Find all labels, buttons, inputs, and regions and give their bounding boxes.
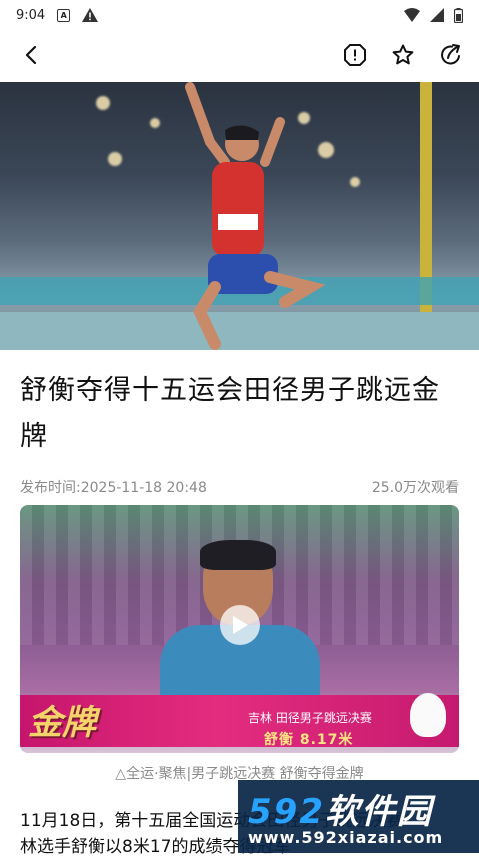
status-time: 9:04 <box>16 7 46 23</box>
wifi-icon <box>404 8 420 22</box>
watermark-brand-text: 软件园 <box>324 792 433 832</box>
a-notification-icon: A <box>57 8 71 22</box>
share-icon <box>441 44 460 65</box>
publish-time: 发布时间:2025-11-18 20:48 <box>20 480 207 496</box>
battery-icon <box>454 7 463 23</box>
star-icon <box>392 44 414 65</box>
report-icon <box>344 44 366 66</box>
athlete-figure <box>185 82 326 350</box>
signal-icon <box>430 8 444 22</box>
app-bar <box>0 30 479 80</box>
watermark-brand: 592软件园 <box>248 784 433 833</box>
hero-image[interactable] <box>0 82 479 350</box>
athlete-hair <box>200 540 276 570</box>
mascot-figure <box>410 693 446 737</box>
event-overlay-text: 吉林 田径男子跳远决赛 <box>248 711 372 725</box>
result-overlay-text: 舒衡 8.17米 <box>264 732 354 748</box>
video-player[interactable]: 金牌 吉林 田径男子跳远决赛 舒衡 8.17米 <box>20 505 459 753</box>
favorite-button[interactable] <box>387 39 419 71</box>
article-title: 舒衡夺得十五运会田径男子跳远金牌 <box>20 375 440 452</box>
watermark: 592软件园 www.592xiazai.com <box>238 780 479 853</box>
status-bar: 9:04 A <box>0 0 479 30</box>
article-meta: 发布时间:2025-11-18 20:48 25.0万次观看 <box>20 477 459 497</box>
play-button[interactable] <box>220 605 260 645</box>
report-button[interactable] <box>339 39 371 71</box>
back-button[interactable] <box>16 39 48 71</box>
warning-icon <box>82 8 99 22</box>
watermark-url: www.592xiazai.com <box>248 828 444 847</box>
view-count: 25.0万次观看 <box>371 480 459 496</box>
play-icon <box>233 616 248 634</box>
share-button[interactable] <box>435 39 467 71</box>
watermark-brand-number: 592 <box>248 792 325 832</box>
gold-medal-overlay: 金牌 <box>28 703 96 743</box>
back-arrow-icon <box>25 45 37 65</box>
